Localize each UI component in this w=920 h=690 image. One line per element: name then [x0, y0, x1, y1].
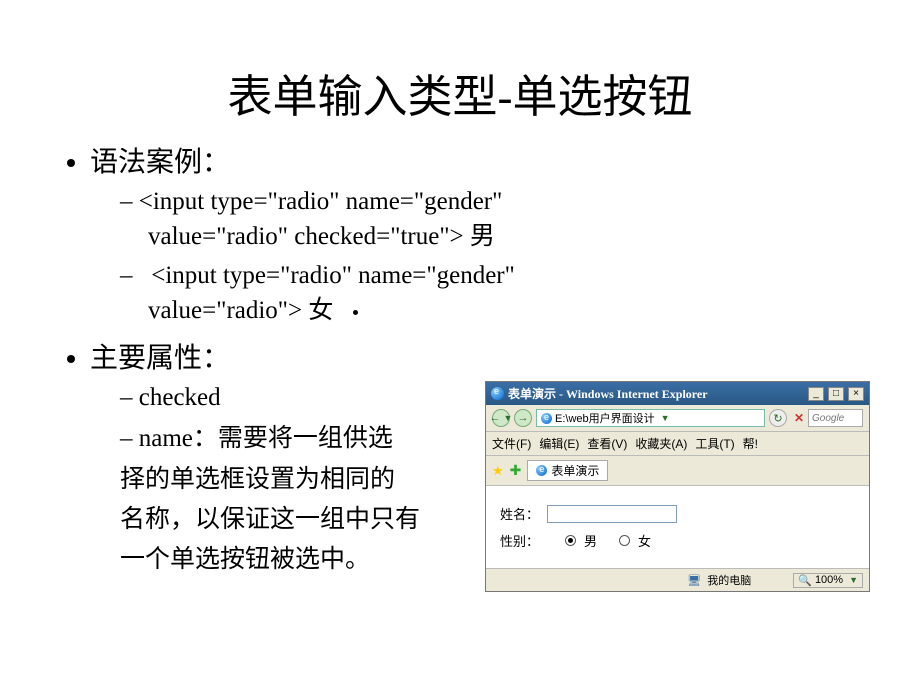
bullet-list: 语法案例： <input type="radio" name="gender" …	[50, 140, 870, 592]
attr-sublist: checked name：需要将一组供选	[90, 384, 480, 454]
radio-male[interactable]	[565, 535, 576, 546]
ie-menubar: 文件(F) 编辑(E) 查看(V) 收藏夹(A) 工具(T) 帮!	[486, 432, 869, 456]
bullet-syntax-label: 语法案例：	[90, 147, 230, 178]
attr-name-label: name：	[139, 425, 218, 452]
syntax-sub: <input type="radio" name="gender" value=…	[90, 188, 870, 326]
attr-desc-3: 名称，以保证这一组中只有	[120, 500, 480, 540]
ie-navbar: ←▼ → E:\web用户界面设计 ▼ ↻ ✕ Google	[486, 405, 869, 432]
status-zone: 我的电脑	[707, 572, 751, 588]
gender-label: 性别：	[500, 531, 539, 550]
form-row-name: 姓名：	[500, 504, 855, 523]
slide-title: 表单输入类型-单选按钮	[50, 60, 870, 125]
favorites-star-icon[interactable]: ★	[492, 463, 504, 479]
attr-desc: 择的单选框设置为相同的 名称，以保证这一组中只有 一个单选按钮被选中。	[90, 460, 480, 580]
ie-window: 表单演示 - Windows Internet Explorer _ □ × ←…	[485, 381, 870, 592]
code-line-1a: <input type="radio" name="gender"	[139, 188, 503, 215]
menu-file[interactable]: 文件(F)	[492, 435, 531, 452]
ie-title-text: 表单演示 - Windows Internet Explorer	[508, 385, 804, 402]
search-box[interactable]: Google	[808, 409, 863, 427]
code-line-1b: value="radio" checked="true"> 男	[120, 216, 870, 252]
attr-name: name：需要将一组供选	[120, 418, 480, 454]
stop-button[interactable]: ✕	[794, 411, 804, 425]
attr-desc-4: 一个单选按钮被选中。	[120, 540, 480, 580]
minimize-button[interactable]: _	[808, 387, 824, 401]
menu-favorites[interactable]: 收藏夹(A)	[635, 435, 687, 452]
ie-statusbar: 🖥 我的电脑 🔍 100% ▼	[486, 569, 869, 591]
attr-checked: checked	[120, 384, 480, 412]
chevron-down-icon: ▼	[504, 413, 513, 423]
name-input[interactable]	[547, 505, 677, 523]
tab-favicon-icon	[536, 465, 547, 476]
code-example-1: <input type="radio" name="gender" value=…	[120, 188, 870, 252]
add-favorite-icon[interactable]: ✚	[510, 462, 522, 479]
menu-edit[interactable]: 编辑(E)	[539, 435, 579, 452]
zoom-control[interactable]: 🔍 100% ▼	[793, 573, 863, 588]
address-text: E:\web用户界面设计	[555, 410, 655, 426]
search-placeholder: Google	[812, 413, 844, 424]
ie-titlebar[interactable]: 表单演示 - Windows Internet Explorer _ □ ×	[486, 382, 869, 405]
attrs-row: checked name：需要将一组供选 择的单选框设置为相同的 名称，以保证这…	[90, 376, 870, 592]
refresh-button[interactable]: ↻	[769, 409, 787, 427]
attr-desc-2: 择的单选框设置为相同的	[120, 460, 480, 500]
bullet-attrs: 主要属性： checked name：需要将一组供选 择的单选框设置为相同的 名…	[90, 336, 870, 592]
attrs-block: checked name：需要将一组供选 择的单选框设置为相同的 名称，以保证这…	[90, 376, 480, 580]
dot-icon	[353, 310, 358, 315]
ie-content: 姓名： 性别： 男 女	[486, 486, 869, 569]
code-line-2a: <input type="radio" name="gender"	[151, 262, 515, 289]
forward-button[interactable]: →	[514, 409, 532, 427]
attr-name-t1: 需要将一组供选	[218, 425, 393, 452]
tab-label: 表单演示	[551, 462, 599, 479]
slide: 表单输入类型-单选按钮 语法案例： <input type="radio" na…	[0, 0, 920, 690]
menu-help[interactable]: 帮!	[743, 435, 758, 452]
code-example-2: <input type="radio" name="gender" value=…	[120, 262, 870, 326]
bullet-attrs-label: 主要属性：	[90, 343, 230, 374]
form-row-gender: 性别： 男 女	[500, 531, 855, 550]
browser-tab[interactable]: 表单演示	[527, 460, 608, 481]
back-button[interactable]: ←▼	[492, 409, 510, 427]
radio-female-label: 女	[638, 531, 651, 550]
bullet-syntax: 语法案例： <input type="radio" name="gender" …	[90, 140, 870, 326]
computer-icon: 🖥	[687, 574, 701, 587]
address-bar[interactable]: E:\web用户界面设计 ▼	[536, 409, 765, 427]
zoom-value: 100%	[815, 574, 843, 586]
code-line-2b: value="radio"> 女	[120, 290, 870, 326]
maximize-button[interactable]: □	[828, 387, 844, 401]
name-label: 姓名：	[500, 504, 539, 523]
close-button[interactable]: ×	[848, 387, 864, 401]
radio-female[interactable]	[619, 535, 630, 546]
radio-male-label: 男	[584, 531, 597, 550]
ie-logo-icon	[491, 387, 504, 400]
menu-tools[interactable]: 工具(T)	[695, 435, 734, 452]
zoom-icon: 🔍	[798, 574, 812, 587]
zoom-dropdown-icon[interactable]: ▼	[849, 575, 858, 585]
addr-dropdown-icon[interactable]: ▼	[661, 413, 670, 423]
page-icon	[541, 413, 552, 424]
menu-view[interactable]: 查看(V)	[587, 435, 627, 452]
ie-tabbar: ★ ✚ 表单演示	[486, 456, 869, 486]
